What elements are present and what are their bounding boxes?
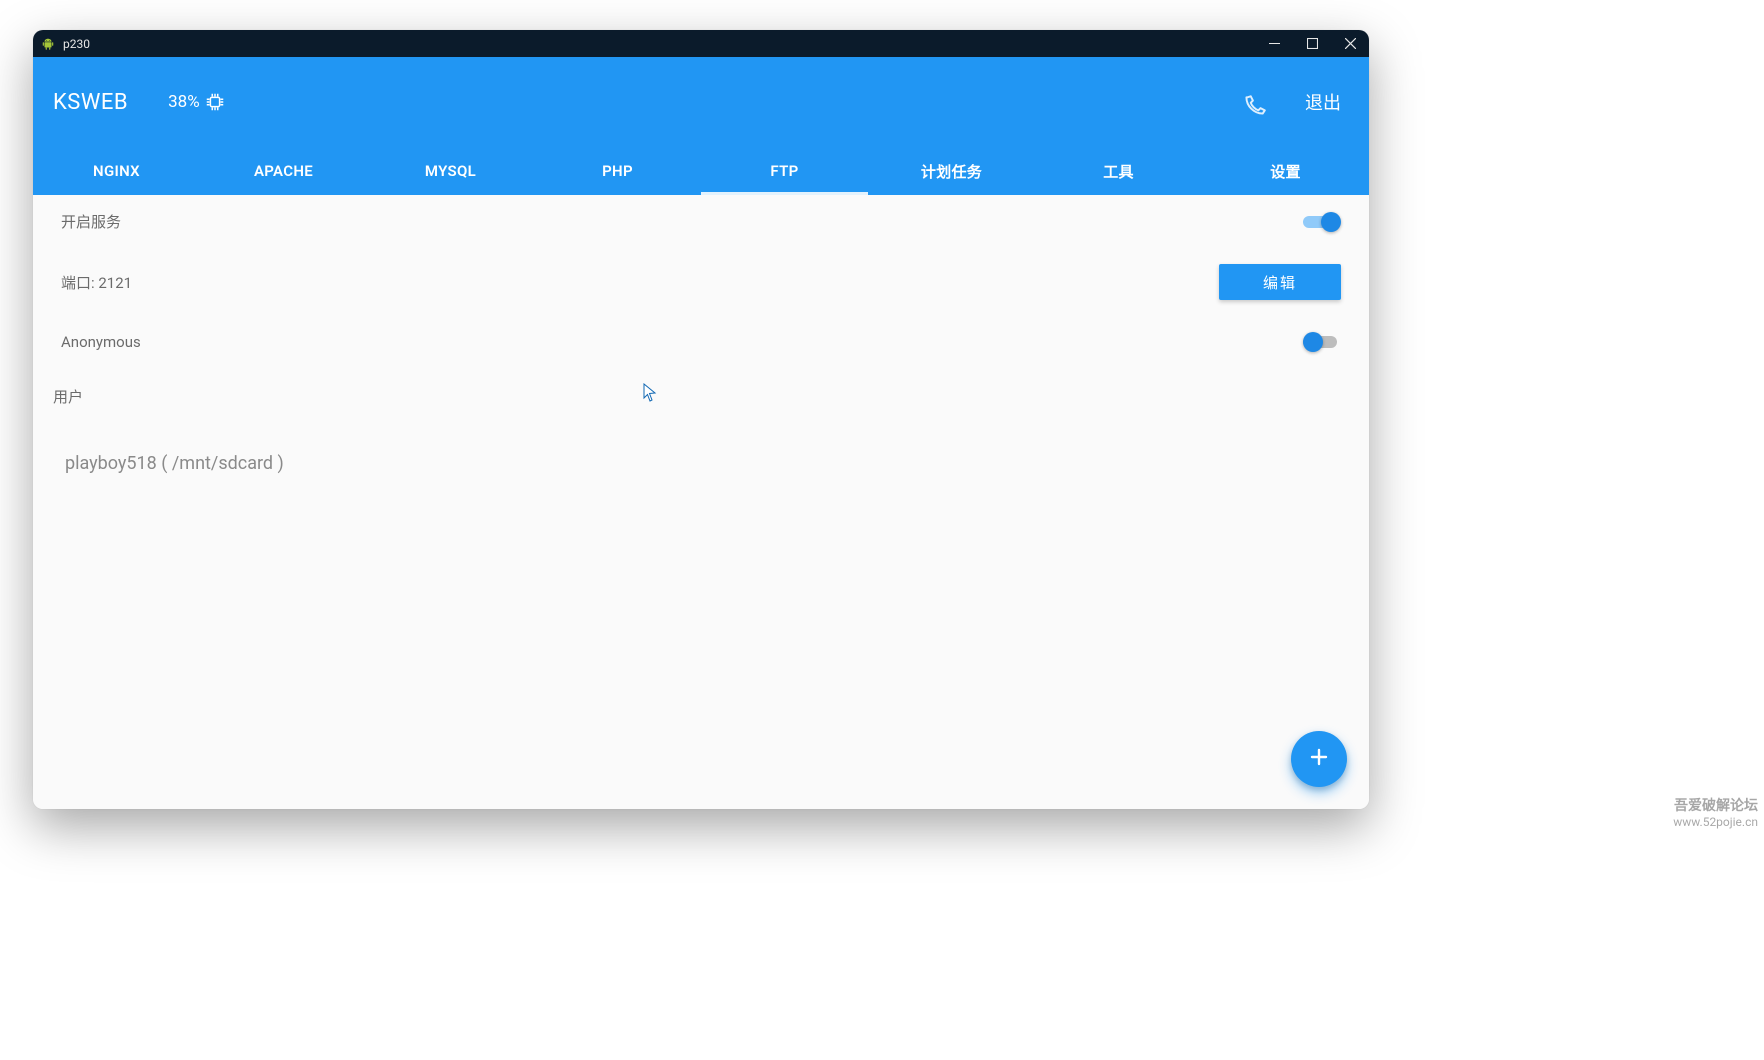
watermark-line1: 吾爱破解论坛 [1673, 798, 1758, 816]
tab-ftp[interactable]: FTP [701, 147, 868, 195]
anonymous-row: Anonymous [33, 316, 1369, 368]
app-title: KSWEB [53, 90, 128, 115]
tab-bar: NGINX APACHE MYSQL PHP FTP 计划任务 工具 设置 [33, 147, 1369, 195]
service-row: 开启服务 [33, 195, 1369, 248]
window-title: p230 [63, 37, 90, 51]
edit-port-button[interactable]: 编辑 [1219, 264, 1341, 300]
port-row: 端口: 2121 编辑 [33, 248, 1369, 316]
cpu-percent-text: 38% [168, 92, 200, 112]
tab-label: MYSQL [425, 162, 476, 180]
maximize-button[interactable] [1293, 30, 1331, 57]
tab-label: 工具 [1103, 161, 1134, 182]
plus-icon [1307, 745, 1331, 773]
watermark-line2: www.52pojie.cn [1673, 815, 1758, 830]
cpu-usage: 38% [168, 91, 226, 113]
window-controls [1255, 30, 1369, 57]
users-header: 用户 [33, 368, 1369, 413]
anonymous-label: Anonymous [61, 333, 141, 351]
add-user-fab[interactable] [1291, 731, 1347, 787]
service-toggle[interactable] [1303, 212, 1341, 232]
app-header: KSWEB 38% 退出 [33, 57, 1369, 147]
tab-label: FTP [770, 162, 798, 180]
tab-label: PHP [602, 162, 633, 180]
phone-icon[interactable] [1241, 93, 1267, 119]
users-list: playboy518 ( /mnt/sdcard ) [33, 413, 1369, 486]
anonymous-toggle[interactable] [1303, 332, 1341, 352]
tab-mysql[interactable]: MYSQL [367, 147, 534, 195]
app-window: p230 KSWEB 38% [33, 30, 1369, 809]
android-icon [41, 37, 55, 51]
user-item[interactable]: playboy518 ( /mnt/sdcard ) [61, 441, 1341, 486]
tab-label: APACHE [254, 162, 313, 180]
tab-settings[interactable]: 设置 [1202, 147, 1369, 195]
tab-label: 计划任务 [921, 161, 982, 182]
tab-tools[interactable]: 工具 [1035, 147, 1202, 195]
tab-apache[interactable]: APACHE [200, 147, 367, 195]
content-area: 开启服务 端口: 2121 编辑 Anonymous 用户 playboy518… [33, 195, 1369, 809]
port-label: 端口: 2121 [61, 272, 132, 293]
close-button[interactable] [1331, 30, 1369, 57]
tab-label: NGINX [93, 162, 140, 180]
watermark: 吾爱破解论坛 www.52pojie.cn [1673, 798, 1758, 831]
tab-cron[interactable]: 计划任务 [868, 147, 1035, 195]
titlebar: p230 [33, 30, 1369, 57]
exit-button[interactable]: 退出 [1295, 83, 1351, 121]
minimize-button[interactable] [1255, 30, 1293, 57]
cpu-chip-icon [204, 91, 226, 113]
service-label: 开启服务 [61, 211, 121, 232]
tab-php[interactable]: PHP [534, 147, 701, 195]
tab-nginx[interactable]: NGINX [33, 147, 200, 195]
tab-label: 设置 [1270, 161, 1301, 182]
